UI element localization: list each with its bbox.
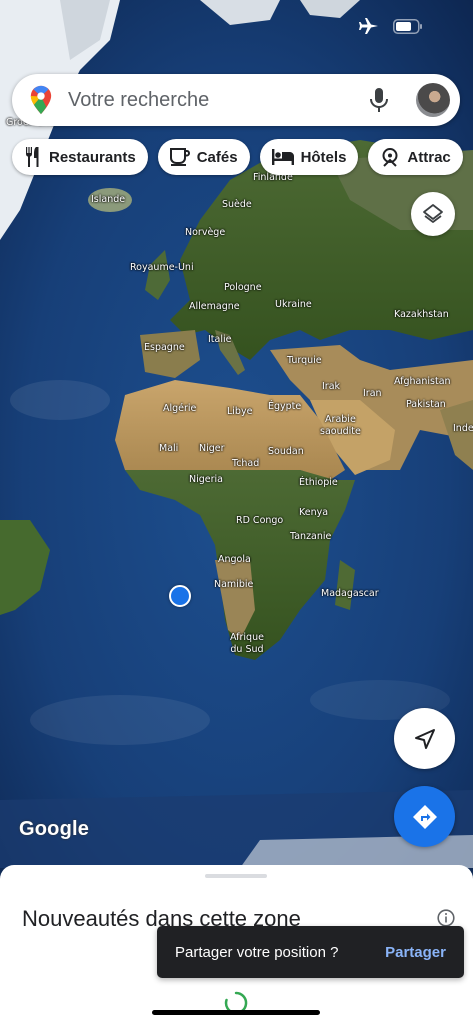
coffee-cup-icon [169, 148, 190, 166]
map-label-madagascar: Madagascar [321, 588, 379, 599]
layers-button[interactable] [411, 192, 455, 236]
chip-restaurants[interactable]: Restaurants [12, 139, 148, 175]
map-label-italie: Italie [208, 334, 232, 345]
map-label-arabie-saoudite: Arabie saoudite [320, 414, 361, 437]
map-label-niger: Niger [199, 443, 225, 454]
map-label-norvege: Norvège [185, 227, 226, 238]
status-bar [359, 18, 423, 34]
search-bar[interactable]: Votre recherche [12, 74, 460, 126]
map-label-kenya: Kenya [299, 507, 329, 518]
map-label-ukraine: Ukraine [275, 299, 312, 310]
share-location-snackbar: Partager votre position ? Partager [157, 926, 464, 978]
map-label-mali: Mali [159, 443, 179, 454]
battery-icon [393, 18, 422, 34]
map-label-egypte: Égypte [268, 401, 302, 412]
chip-label: Attrac [407, 148, 451, 166]
google-logo: Google [19, 818, 90, 840]
microphone-icon[interactable] [368, 87, 390, 113]
directions-icon [412, 804, 437, 829]
current-location-dot [169, 585, 191, 607]
attraction-icon [382, 148, 398, 167]
google-maps-pin-icon [30, 85, 52, 115]
map-label-namibie: Namibie [214, 579, 254, 590]
map-label-espagne: Espagne [144, 342, 185, 353]
map-label-tanzanie: Tanzanie [290, 531, 332, 542]
info-icon[interactable] [437, 909, 455, 927]
map-label-irak: Irak [322, 381, 341, 392]
map-label-iran: Iran [363, 388, 382, 399]
map-label-turquie: Turquie [287, 355, 322, 366]
avatar[interactable] [416, 83, 450, 117]
map-label-afrique-du-sud: Afrique du Sud [230, 632, 264, 655]
map-label-algerie: Algérie [163, 403, 197, 414]
map-label-allemagne: Allemagne [189, 301, 240, 312]
chip-label: Cafés [196, 148, 238, 166]
map-label-kazakhstan: Kazakhstan [394, 309, 449, 320]
airplane-icon [359, 18, 378, 34]
drag-handle[interactable] [205, 874, 267, 878]
bed-icon [271, 149, 294, 165]
snackbar-message: Partager votre position ? [175, 943, 339, 961]
chip-label: Restaurants [49, 148, 136, 166]
map-label-royaume-uni: Royaume-Uni [130, 262, 194, 273]
my-location-button[interactable] [394, 708, 455, 769]
directions-button[interactable] [394, 786, 455, 847]
map-label-islande: Islande [91, 194, 126, 205]
map-label-tchad: Tchad [232, 458, 260, 469]
map-label-angola: Angola [218, 554, 251, 565]
home-indicator[interactable] [152, 1010, 320, 1015]
map-label-pologne: Pologne [224, 282, 262, 293]
map-label-ethiopie: Éthiopie [299, 477, 338, 488]
category-chips: Restaurants Cafés Hôtels Attrac [12, 139, 463, 175]
share-button[interactable]: Partager [385, 944, 446, 961]
chip-label: Hôtels [300, 148, 347, 166]
chip-attractions[interactable]: Attrac [368, 139, 463, 175]
chip-cafes[interactable]: Cafés [157, 139, 250, 175]
fork-knife-icon [26, 147, 39, 167]
layers-icon [423, 204, 443, 223]
map-label-suede: Suède [222, 199, 252, 210]
map-label-rd-congo: RD Congo [236, 515, 284, 526]
map-label-nigeria: Nigeria [189, 474, 223, 485]
navigation-arrow-icon [414, 728, 435, 749]
map-label-soudan: Soudan [268, 446, 304, 457]
map-label-pakistan: Pakistan [406, 399, 446, 410]
map-label-inde: Inde [453, 423, 473, 434]
map-label-afghanistan: Afghanistan [394, 376, 451, 387]
search-input[interactable]: Votre recherche [68, 89, 368, 112]
map-label-libye: Libye [227, 406, 253, 417]
chip-hotels[interactable]: Hôtels [259, 139, 359, 175]
